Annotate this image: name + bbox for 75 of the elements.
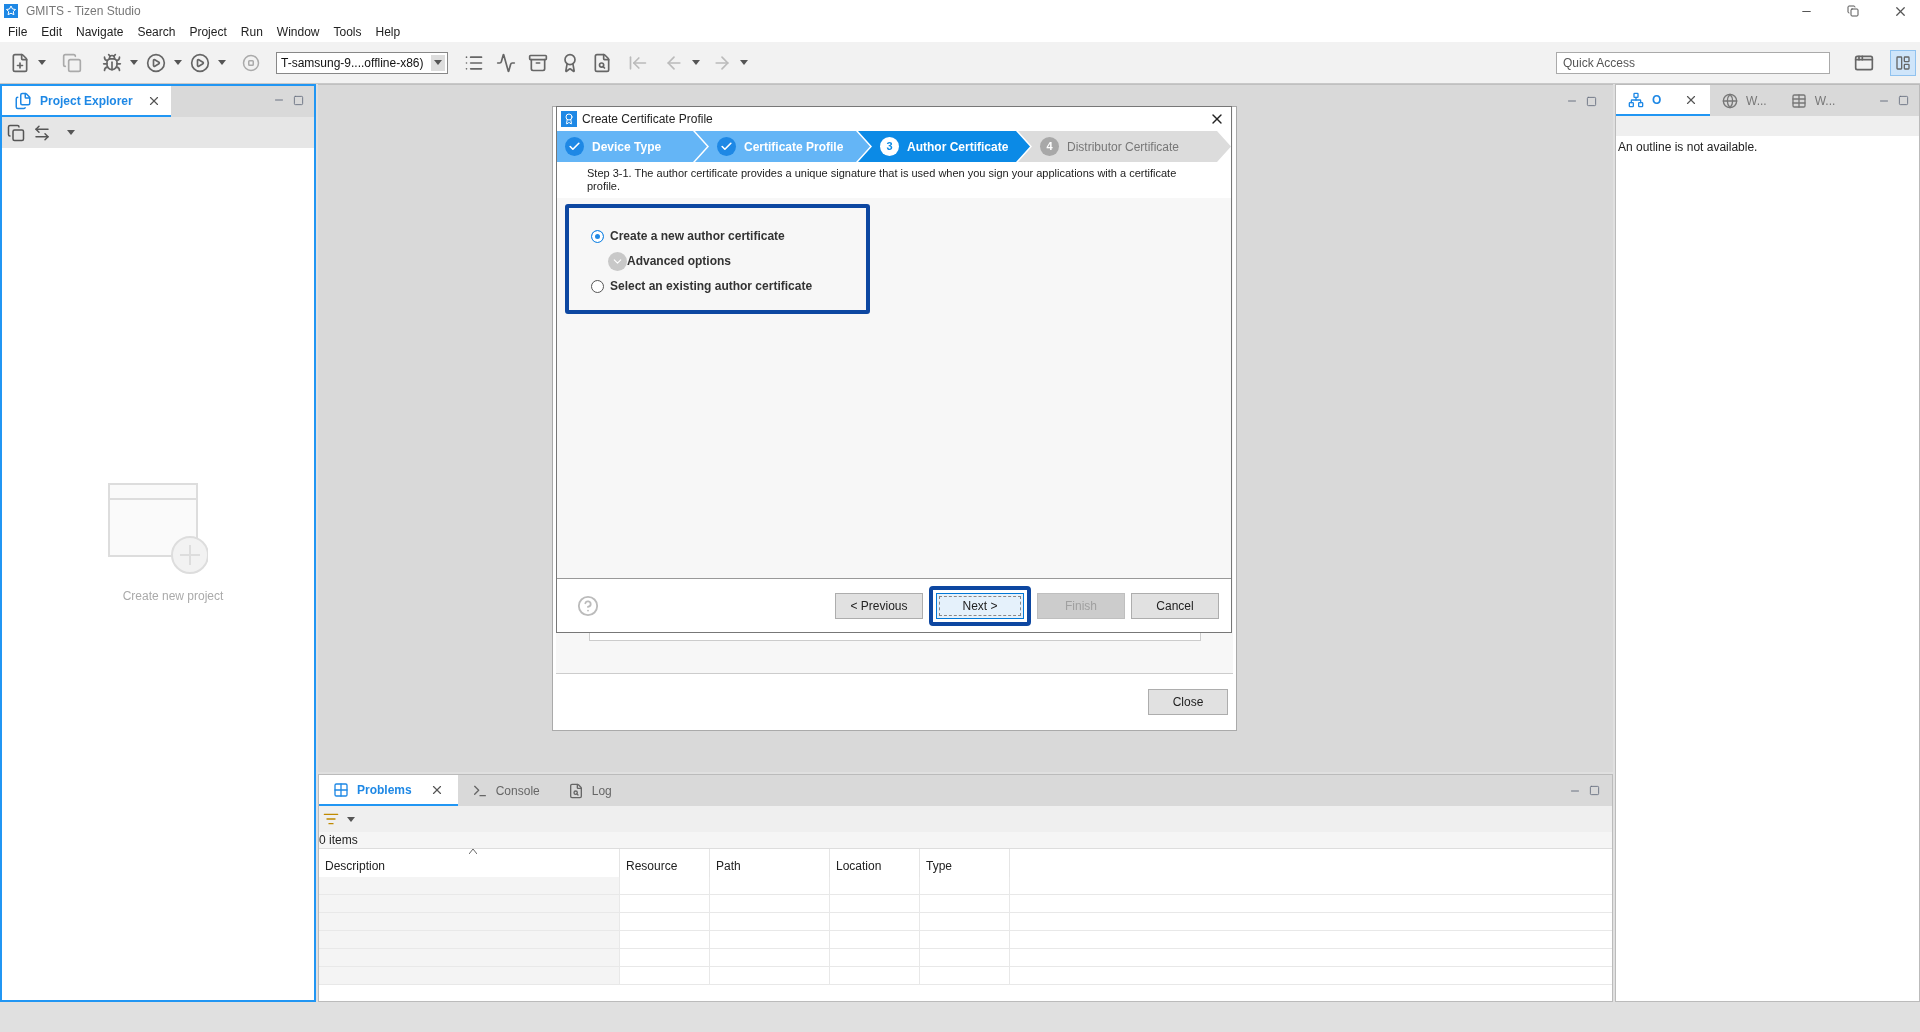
caret-icon[interactable]	[38, 60, 46, 65]
chevron-icon	[608, 251, 627, 271]
menu-item[interactable]: Tools	[333, 23, 362, 41]
panel-tab[interactable]: Console	[457, 775, 554, 806]
menu-item[interactable]: Run	[240, 23, 263, 41]
caret-icon[interactable]	[218, 60, 226, 65]
step-label: Distributor Certificate	[1067, 138, 1180, 156]
dialog-button[interactable]: Next >	[936, 592, 1024, 619]
menu-item[interactable]: Project	[189, 23, 227, 41]
item-count: 0 items	[319, 832, 1612, 848]
run-list-icon[interactable]	[190, 52, 210, 73]
column-header[interactable]: Location	[830, 849, 920, 877]
collapse-all-icon[interactable]	[7, 123, 25, 142]
menu-item[interactable]: File	[8, 23, 28, 41]
menu-item[interactable]: Edit	[41, 23, 63, 41]
window-title: GMITS - Tizen Studio	[26, 3, 141, 20]
files-icon	[14, 91, 32, 110]
perspective-button[interactable]	[1890, 49, 1916, 76]
archive-icon[interactable]	[528, 52, 548, 73]
caret-icon[interactable]	[692, 60, 700, 65]
quick-access-field[interactable]: Quick Access	[1556, 51, 1830, 74]
radio-button[interactable]	[591, 229, 604, 243]
run-icon[interactable]	[146, 52, 166, 73]
dialog-title: Create Certificate Profile	[582, 111, 713, 128]
step-number: 4	[1040, 137, 1059, 156]
app-logo-icon	[4, 4, 18, 18]
maximize-icon[interactable]	[1589, 785, 1600, 796]
menu-item[interactable]: Help	[375, 23, 401, 41]
link-editor-icon[interactable]	[33, 123, 51, 142]
panel-tab[interactable]: Log	[553, 775, 626, 806]
filter-icon[interactable]	[323, 811, 339, 827]
advanced-options-toggle[interactable]: Advanced options	[608, 251, 866, 271]
step-label: Author Certificate	[907, 138, 1009, 156]
panel-tab[interactable]: O	[1616, 85, 1710, 116]
close-button[interactable]: Close	[1148, 689, 1228, 715]
column-header[interactable]: Path	[710, 849, 830, 877]
menu-item[interactable]: Navigate	[76, 23, 124, 41]
column-header[interactable]: Resource	[620, 849, 710, 877]
caret-icon[interactable]	[130, 60, 138, 65]
radio-label[interactable]: Create a new author certificate	[610, 227, 785, 245]
grid-icon	[333, 781, 349, 798]
maximize-icon[interactable]	[1898, 95, 1909, 106]
new-file-icon[interactable]	[10, 52, 30, 73]
radio-label[interactable]: Select an existing author certificate	[610, 277, 813, 295]
menu-item[interactable]: Window	[276, 23, 320, 41]
column-header[interactable]: Type	[920, 849, 1010, 877]
caret-icon[interactable]	[174, 60, 182, 65]
panel-tab[interactable]: Problems	[319, 775, 458, 806]
outline-icon	[1628, 91, 1644, 108]
maximize-icon[interactable]	[1586, 95, 1597, 107]
monitor-icon[interactable]	[496, 52, 516, 73]
caret-icon[interactable]	[434, 60, 442, 65]
menu-item[interactable]: Search	[137, 23, 176, 41]
caret-icon[interactable]	[740, 60, 748, 65]
certificate-icon	[561, 111, 577, 127]
check-icon	[565, 137, 584, 156]
log-icon	[567, 782, 584, 799]
restore-icon[interactable]	[1847, 5, 1859, 17]
step-label: Device Type	[592, 138, 662, 156]
step-number: 3	[880, 137, 899, 156]
perspective-icon	[1895, 54, 1911, 71]
caret-icon[interactable]	[67, 130, 75, 135]
outline-message: An outline is not available.	[1617, 139, 1759, 156]
step-label: Certificate Profile	[744, 138, 844, 156]
dialog-button[interactable]: < Previous	[835, 592, 923, 619]
caret-icon[interactable]	[347, 816, 355, 822]
radio-button[interactable]	[591, 279, 604, 293]
bug-icon[interactable]	[102, 52, 122, 73]
dialog-button[interactable]: Cancel	[1131, 592, 1219, 619]
file-search-icon[interactable]	[592, 52, 612, 73]
target-selector[interactable]: T-samsung-9....offline-x86)	[276, 51, 448, 74]
globe-icon	[1722, 92, 1738, 109]
panel-tab[interactable]: Project Explorer	[2, 86, 171, 117]
maximize-icon[interactable]	[293, 94, 304, 106]
check-icon	[717, 137, 736, 156]
